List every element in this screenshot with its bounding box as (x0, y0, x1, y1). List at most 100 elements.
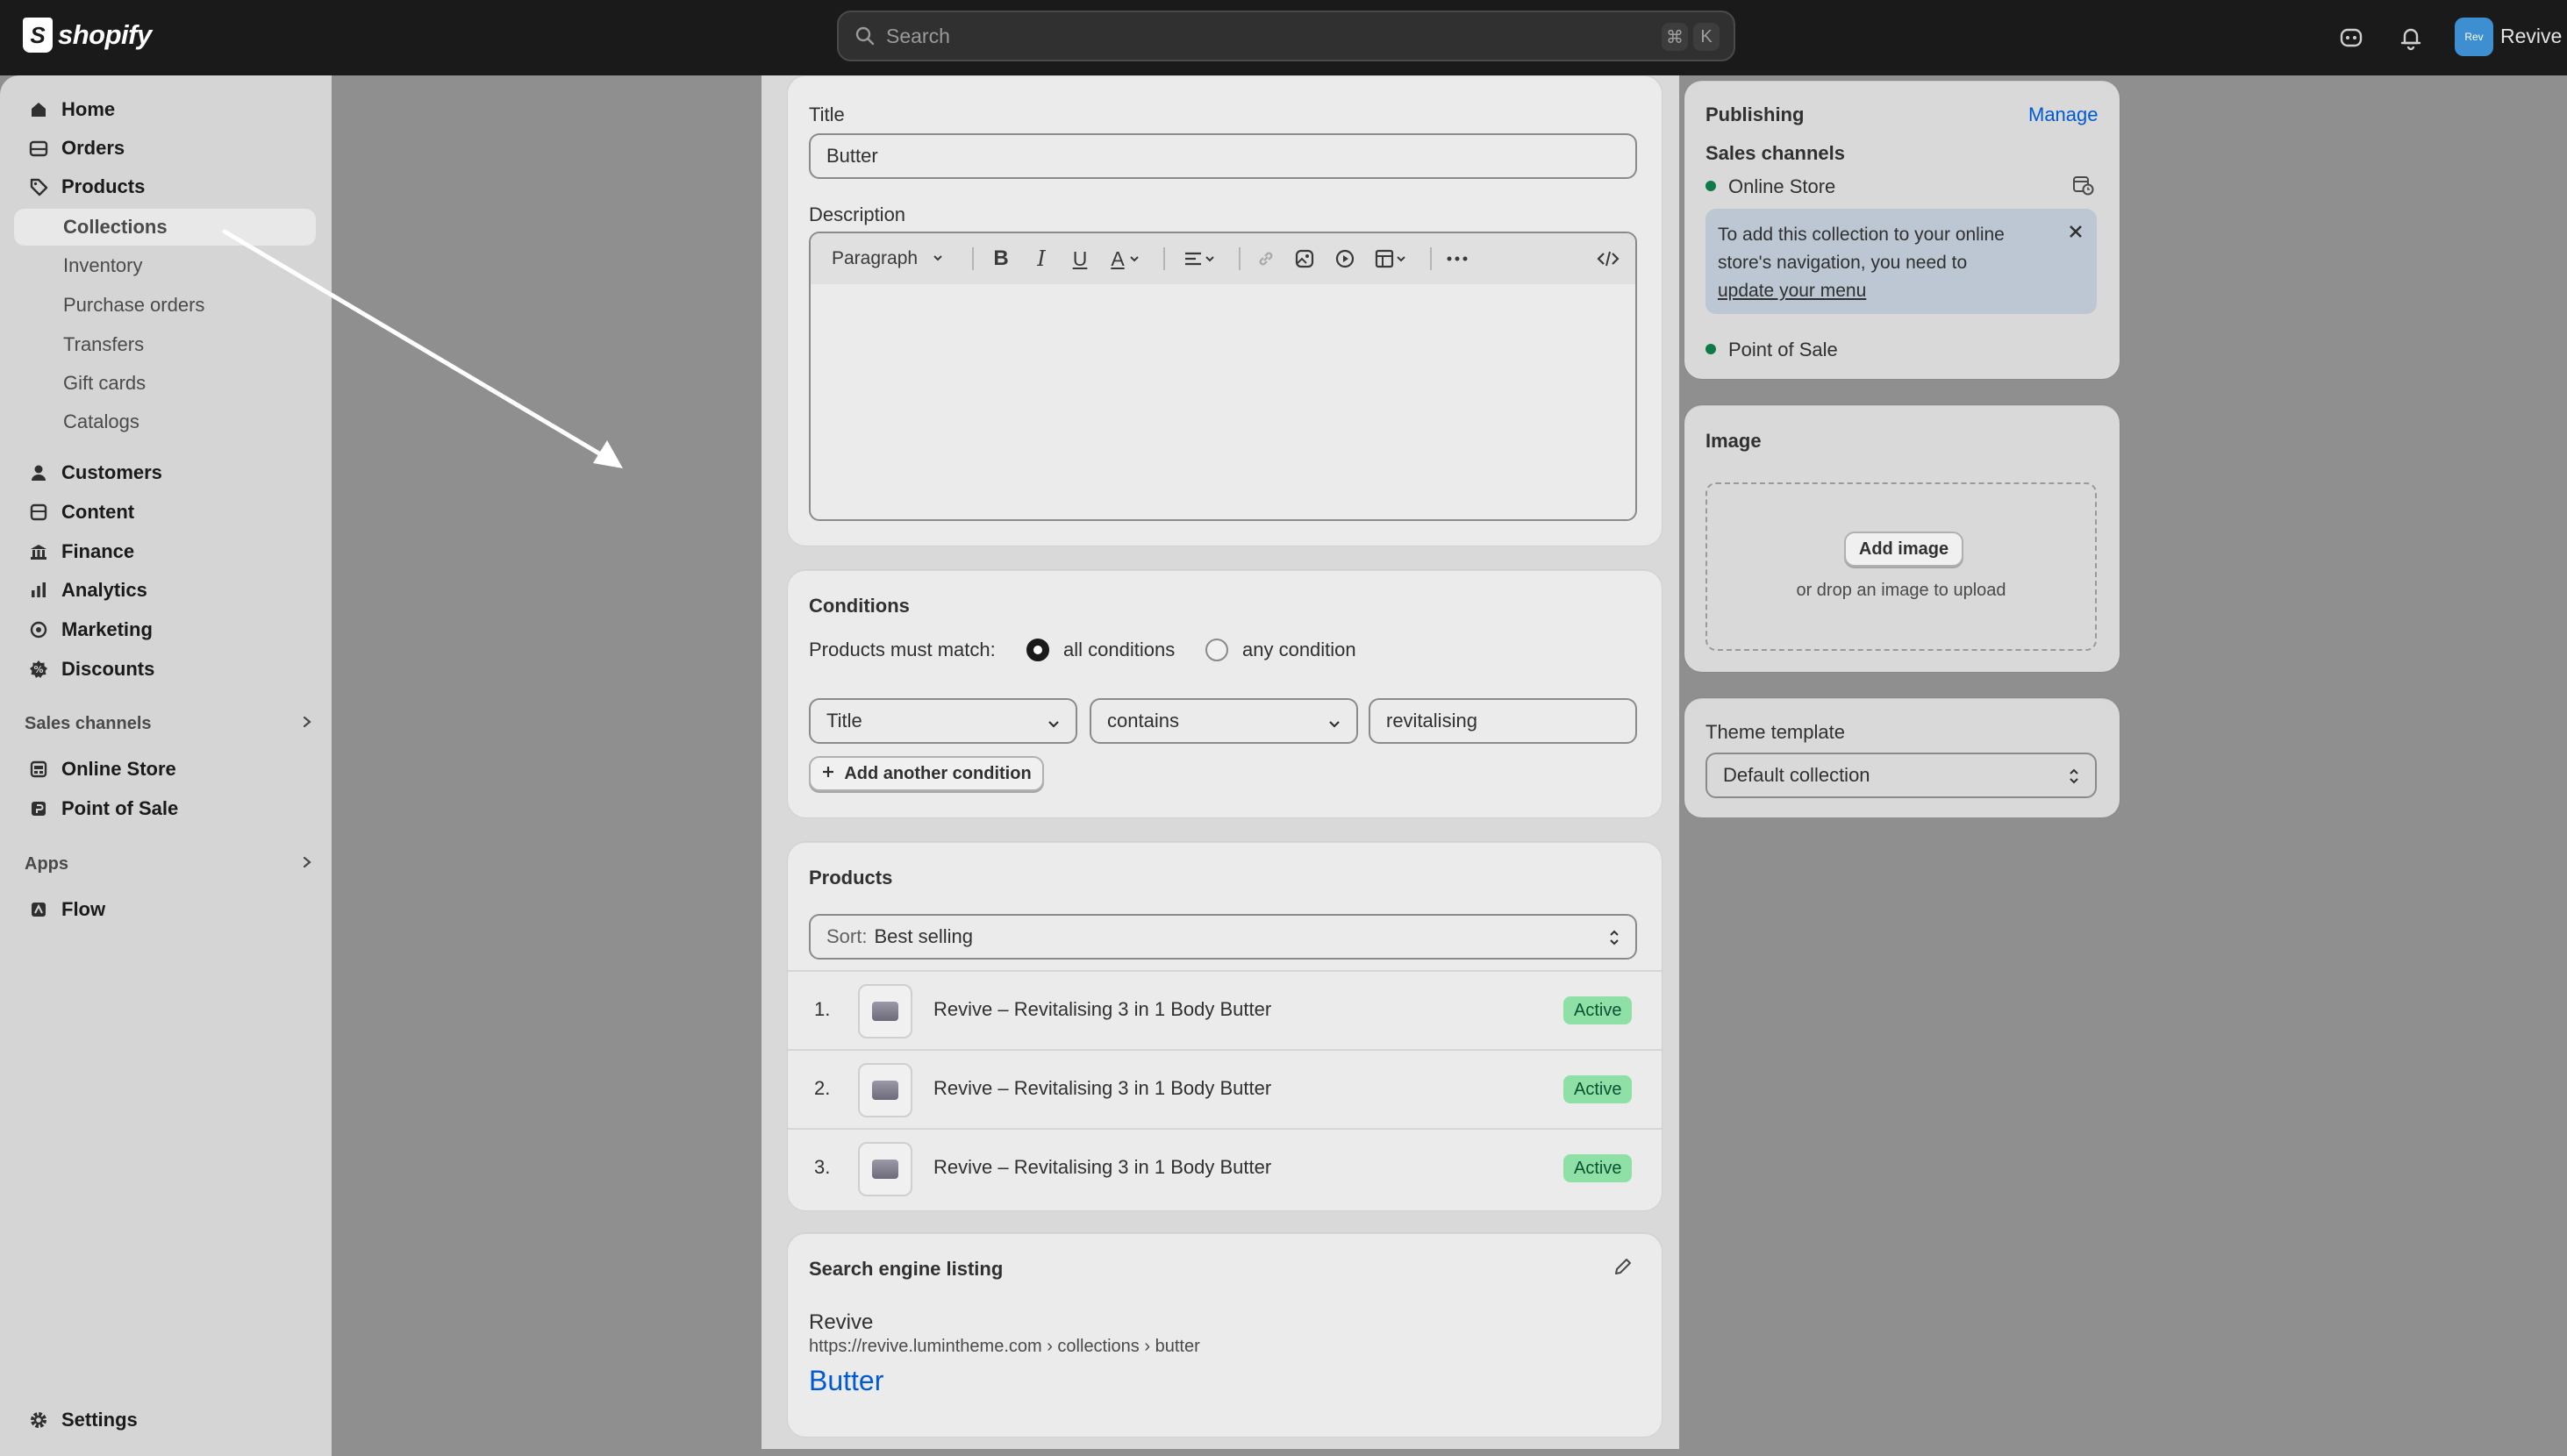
title-input[interactable]: Butter (809, 133, 1637, 179)
product-name[interactable]: Revive – Revitalising 3 in 1 Body Butter (933, 1077, 1271, 1100)
sidebar-item-gift-cards[interactable]: Gift cards (14, 365, 316, 402)
svg-text:%: % (33, 664, 43, 675)
sidebar-item-label: Products (61, 175, 146, 197)
sidebar-item-content[interactable]: Content (14, 494, 316, 531)
table-row[interactable]: 3. Revive – Revitalising 3 in 1 Body But… (788, 1128, 1662, 1207)
seo-page-title[interactable]: Butter (809, 1365, 883, 1397)
add-condition-button[interactable]: Add another condition (809, 756, 1044, 791)
condition-value-input[interactable]: revitalising (1369, 698, 1637, 744)
condition-field-select[interactable]: Title (809, 698, 1077, 744)
table-icon[interactable] (1369, 246, 1414, 272)
image-dropzone[interactable]: Add image or drop an image to upload (1705, 482, 2097, 651)
sidebar-item-catalogs[interactable]: Catalogs (14, 403, 316, 440)
search-icon (854, 25, 876, 46)
underline-icon[interactable]: U (1065, 246, 1095, 272)
image-icon[interactable] (1290, 246, 1319, 272)
paragraph-label: Paragraph (832, 248, 919, 268)
sidebar-item-label: Customers (61, 461, 162, 483)
sidekick-icon[interactable] (2335, 22, 2367, 54)
sidebar-item-marketing[interactable]: Marketing (14, 611, 316, 648)
theme-template-select[interactable]: Default collection (1705, 753, 2097, 798)
sidebar-item-products[interactable]: Products (14, 168, 316, 205)
paragraph-select[interactable]: Paragraph (832, 246, 956, 272)
details-card: Title Butter Description Paragraph B I U… (788, 75, 1662, 546)
content-icon (26, 503, 51, 522)
bell-icon[interactable] (2395, 22, 2427, 54)
sidebar-item-label: Home (61, 98, 116, 120)
sidebar-item-home[interactable]: Home (14, 91, 316, 128)
chevron-down-icon (1326, 714, 1342, 737)
sort-select[interactable]: Sort: Best selling (809, 914, 1637, 960)
search-input[interactable]: Search ⌘ K (837, 11, 1735, 61)
logo-text: shopify (58, 19, 152, 50)
sidebar-item-customers[interactable]: Customers (14, 454, 316, 491)
video-icon[interactable] (1330, 246, 1360, 272)
sidebar-item-collections[interactable]: Collections (14, 209, 316, 246)
select-arrows-icon (1607, 928, 1621, 953)
image-card: Image Add image or drop an image to uplo… (1684, 405, 2120, 672)
sidebar-item-online-store[interactable]: Online Store (14, 751, 316, 788)
condition-operator-select[interactable]: contains (1090, 698, 1358, 744)
sidebar-item-label: Online Store (61, 758, 176, 780)
apps-heading[interactable]: Apps (25, 854, 314, 874)
online-store-status-dot (1705, 181, 1716, 191)
sidebar-item-inventory[interactable]: Inventory (14, 247, 316, 284)
sidebar-item-settings[interactable]: Settings (14, 1402, 316, 1438)
sidebar-item-finance[interactable]: Finance (14, 533, 316, 570)
edit-pencil-icon[interactable] (1612, 1256, 1634, 1281)
any-condition-label[interactable]: any condition (1242, 639, 1356, 661)
pos-icon (26, 799, 51, 818)
title-value: Butter (826, 145, 878, 167)
product-thumbnail (858, 1063, 912, 1117)
store-name[interactable]: Revive (2500, 25, 2562, 48)
sidebar-item-analytics[interactable]: Analytics (14, 572, 316, 609)
seo-heading: Search engine listing (809, 1258, 1004, 1280)
product-name[interactable]: Revive – Revitalising 3 in 1 Body Butter (933, 998, 1271, 1021)
status-badge: Active (1563, 1154, 1633, 1182)
drop-hint: or drop an image to upload (1796, 581, 2006, 600)
align-icon[interactable] (1177, 246, 1223, 272)
add-image-button[interactable]: Add image (1844, 532, 1963, 567)
status-badge: Active (1563, 1075, 1633, 1103)
store-avatar[interactable]: Rev (2455, 18, 2493, 56)
all-conditions-label[interactable]: all conditions (1063, 639, 1175, 661)
calendar-schedule-icon[interactable] (2072, 174, 2095, 201)
description-label: Description (809, 203, 906, 225)
sidebar-item-label: Transfers (63, 333, 145, 355)
condition-value-text: revitalising (1386, 710, 1477, 732)
text-color-icon[interactable]: A (1104, 246, 1148, 272)
product-name[interactable]: Revive – Revitalising 3 in 1 Body Butter (933, 1156, 1271, 1179)
conditions-heading: Conditions (809, 595, 910, 617)
tag-icon (26, 177, 51, 196)
toolbar-divider (1239, 247, 1241, 270)
description-editor[interactable]: Paragraph B I U A (809, 232, 1637, 521)
chevron-down-icon (932, 248, 944, 269)
sidebar-item-label: Marketing (61, 618, 153, 640)
italic-icon[interactable]: I (1026, 246, 1056, 272)
sidebar-item-flow[interactable]: Flow (14, 891, 316, 928)
sidebar-item-transfers[interactable]: Transfers (14, 326, 316, 363)
condition-operator-value: contains (1107, 710, 1179, 732)
sidebar-item-orders[interactable]: Orders (14, 130, 316, 167)
any-condition-radio[interactable] (1205, 639, 1228, 661)
bold-icon[interactable]: B (986, 246, 1016, 272)
row-number: 3. (814, 1156, 831, 1178)
manage-link[interactable]: Manage (2028, 103, 2099, 126)
sales-channels-heading[interactable]: Sales channels (25, 714, 314, 734)
close-icon[interactable] (2067, 223, 2084, 245)
shopify-logo[interactable]: S shopify (23, 18, 152, 53)
table-row[interactable]: 2. Revive – Revitalising 3 in 1 Body But… (788, 1049, 1662, 1128)
code-view-icon[interactable] (1593, 246, 1623, 272)
sidebar-item-label: Collections (63, 216, 168, 238)
more-icon[interactable] (1442, 246, 1472, 272)
sidebar-item-point-of-sale[interactable]: Point of Sale (14, 790, 316, 827)
sidebar-item-discounts[interactable]: % Discounts (14, 651, 316, 688)
link-icon[interactable] (1251, 246, 1281, 272)
main-content: Title Butter Description Paragraph B I U… (762, 75, 1679, 1449)
all-conditions-radio[interactable] (1026, 639, 1049, 661)
toolbar-divider (972, 247, 974, 270)
sidebar-item-label: Analytics (61, 579, 147, 601)
update-menu-link[interactable]: update your menu (1718, 277, 2051, 305)
sidebar-item-purchase-orders[interactable]: Purchase orders (14, 287, 316, 324)
table-row[interactable]: 1. Revive – Revitalising 3 in 1 Body But… (788, 970, 1662, 1049)
